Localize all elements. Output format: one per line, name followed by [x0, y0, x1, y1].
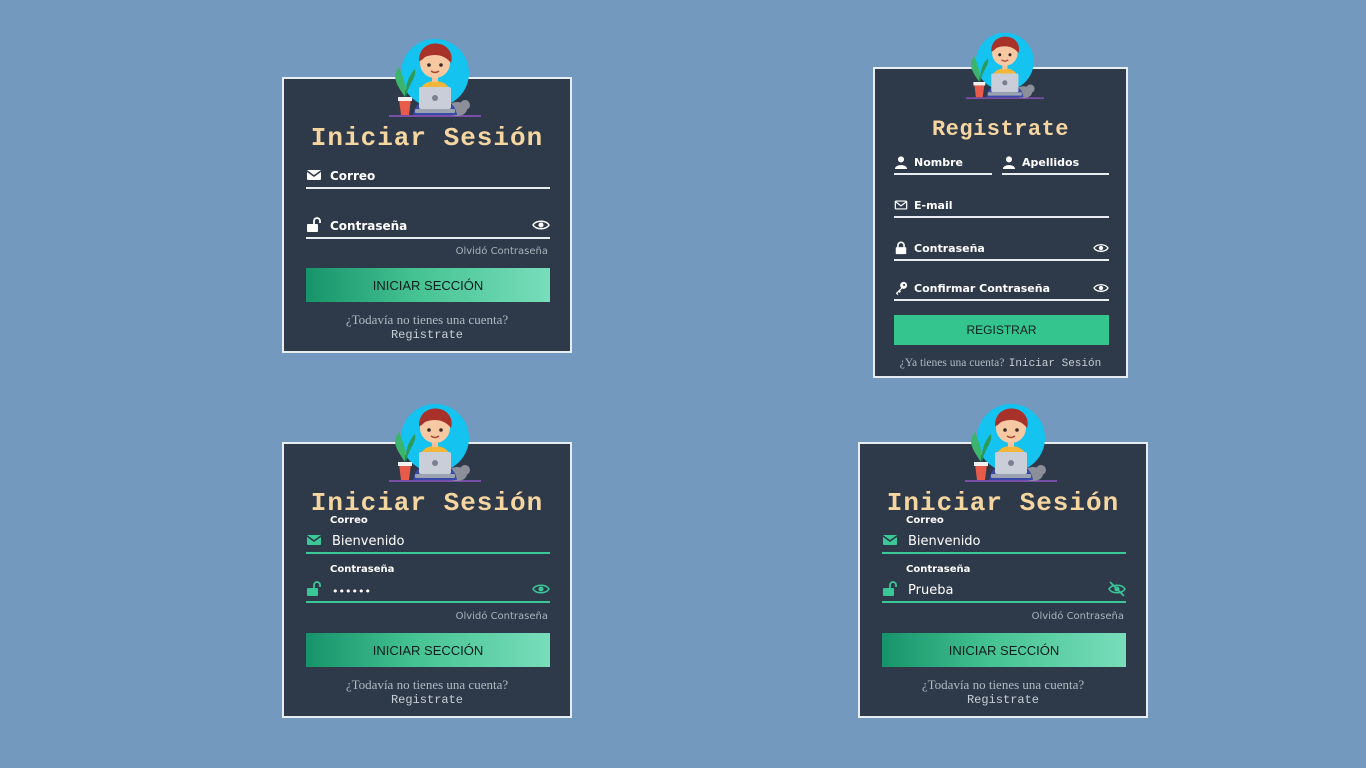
page-title: Registrate [931, 117, 1070, 142]
password-field[interactable]: Contraseña [894, 239, 1109, 261]
eye-off-icon[interactable] [1108, 581, 1126, 597]
unlock-icon [307, 581, 321, 596]
email-field[interactable]: Correo Bienvenido [882, 515, 1126, 554]
page-title: Iniciar Sesión [310, 123, 544, 153]
unlock-icon [883, 581, 897, 596]
login-card: Iniciar Sesión Correo Bienvenido Contras… [282, 404, 572, 718]
password-label: Contraseña [906, 564, 971, 575]
password-field[interactable]: Contraseña [306, 215, 550, 239]
first-name-label: Nombre [914, 156, 963, 169]
avatar-illustration [955, 402, 1065, 482]
page-title: Iniciar Sesión [310, 488, 544, 518]
password-label: Contraseña [914, 242, 985, 255]
last-name-field[interactable]: Apellidos [1002, 153, 1109, 175]
email-label: Correo [330, 515, 368, 526]
register-link[interactable]: Registrate [284, 693, 570, 707]
have-account-text: ¿Ya tienes una cuenta? [899, 357, 1005, 369]
user-icon [1002, 156, 1016, 169]
mail-icon [306, 170, 322, 180]
login-button[interactable]: INICIAR SECCIÓN [882, 633, 1126, 667]
avatar-illustration [957, 31, 1051, 99]
email-label: E-mail [914, 199, 953, 212]
register-link[interactable]: Registrate [284, 328, 570, 342]
no-account-text: ¿Todavía no tienes una cuenta? [345, 312, 509, 327]
password-field[interactable]: Contraseña Prueba [882, 564, 1126, 603]
password-label: Contraseña [330, 564, 395, 575]
login-card: Iniciar Sesión Correo Contraseña Olvidó … [282, 39, 572, 353]
password-value: Prueba [908, 583, 954, 598]
unlock-icon [307, 217, 321, 232]
eye-icon[interactable] [532, 217, 550, 233]
forgot-password-link[interactable]: Olvidó Contraseña [1032, 611, 1124, 622]
signup-prompt: ¿Todavía no tienes una cuenta? Registrat… [284, 677, 570, 707]
last-name-label: Apellidos [1022, 156, 1080, 169]
lock-icon [895, 241, 907, 255]
no-account-text: ¿Todavía no tienes una cuenta? [345, 677, 509, 692]
email-value: Bienvenido [332, 534, 405, 549]
email-field[interactable]: Correo Bienvenido [306, 515, 550, 554]
key-icon [895, 281, 908, 295]
user-icon [894, 156, 908, 169]
password-label: Contraseña [330, 219, 408, 233]
register-link[interactable]: Registrate [860, 693, 1146, 707]
register-button[interactable]: REGISTRAR [894, 315, 1109, 345]
confirm-password-field[interactable]: Confirmar Contraseña [894, 279, 1109, 301]
login-button[interactable]: INICIAR SECCIÓN [306, 633, 550, 667]
login-link[interactable]: Iniciar Sesión [1009, 358, 1101, 370]
page-title: Iniciar Sesión [886, 488, 1120, 518]
email-label: Correo [330, 169, 376, 183]
password-field[interactable]: Contraseña •••••• [306, 564, 550, 603]
email-label: Correo [906, 515, 944, 526]
first-name-field[interactable]: Nombre [894, 153, 992, 175]
email-value: Bienvenido [908, 534, 981, 549]
forgot-password-link[interactable]: Olvidó Contraseña [456, 611, 548, 622]
register-card: Registrate Nombre Apellidos E-mail Contr… [873, 32, 1128, 378]
eye-icon[interactable] [532, 581, 550, 597]
login-card: Iniciar Sesión Correo Bienvenido Contras… [858, 404, 1148, 718]
email-field[interactable]: Correo [306, 165, 550, 189]
confirm-password-label: Confirmar Contraseña [914, 282, 1051, 295]
eye-icon[interactable] [1093, 281, 1109, 295]
signup-prompt: ¿Todavía no tienes una cuenta? Registrat… [284, 312, 570, 342]
password-value: •••••• [332, 585, 371, 598]
mail-icon [882, 535, 898, 545]
email-field[interactable]: E-mail [894, 196, 1109, 218]
login-button[interactable]: INICIAR SECCIÓN [306, 268, 550, 302]
avatar-illustration [379, 402, 489, 482]
signup-prompt: ¿Todavía no tienes una cuenta? Registrat… [860, 677, 1146, 707]
avatar-illustration [379, 37, 489, 117]
mail-icon [894, 200, 908, 210]
no-account-text: ¿Todavía no tienes una cuenta? [921, 677, 1085, 692]
mail-icon [306, 535, 322, 545]
login-prompt: ¿Ya tienes una cuenta? Iniciar Sesión [875, 353, 1126, 371]
eye-icon[interactable] [1093, 241, 1109, 255]
forgot-password-link[interactable]: Olvidó Contraseña [456, 246, 548, 257]
